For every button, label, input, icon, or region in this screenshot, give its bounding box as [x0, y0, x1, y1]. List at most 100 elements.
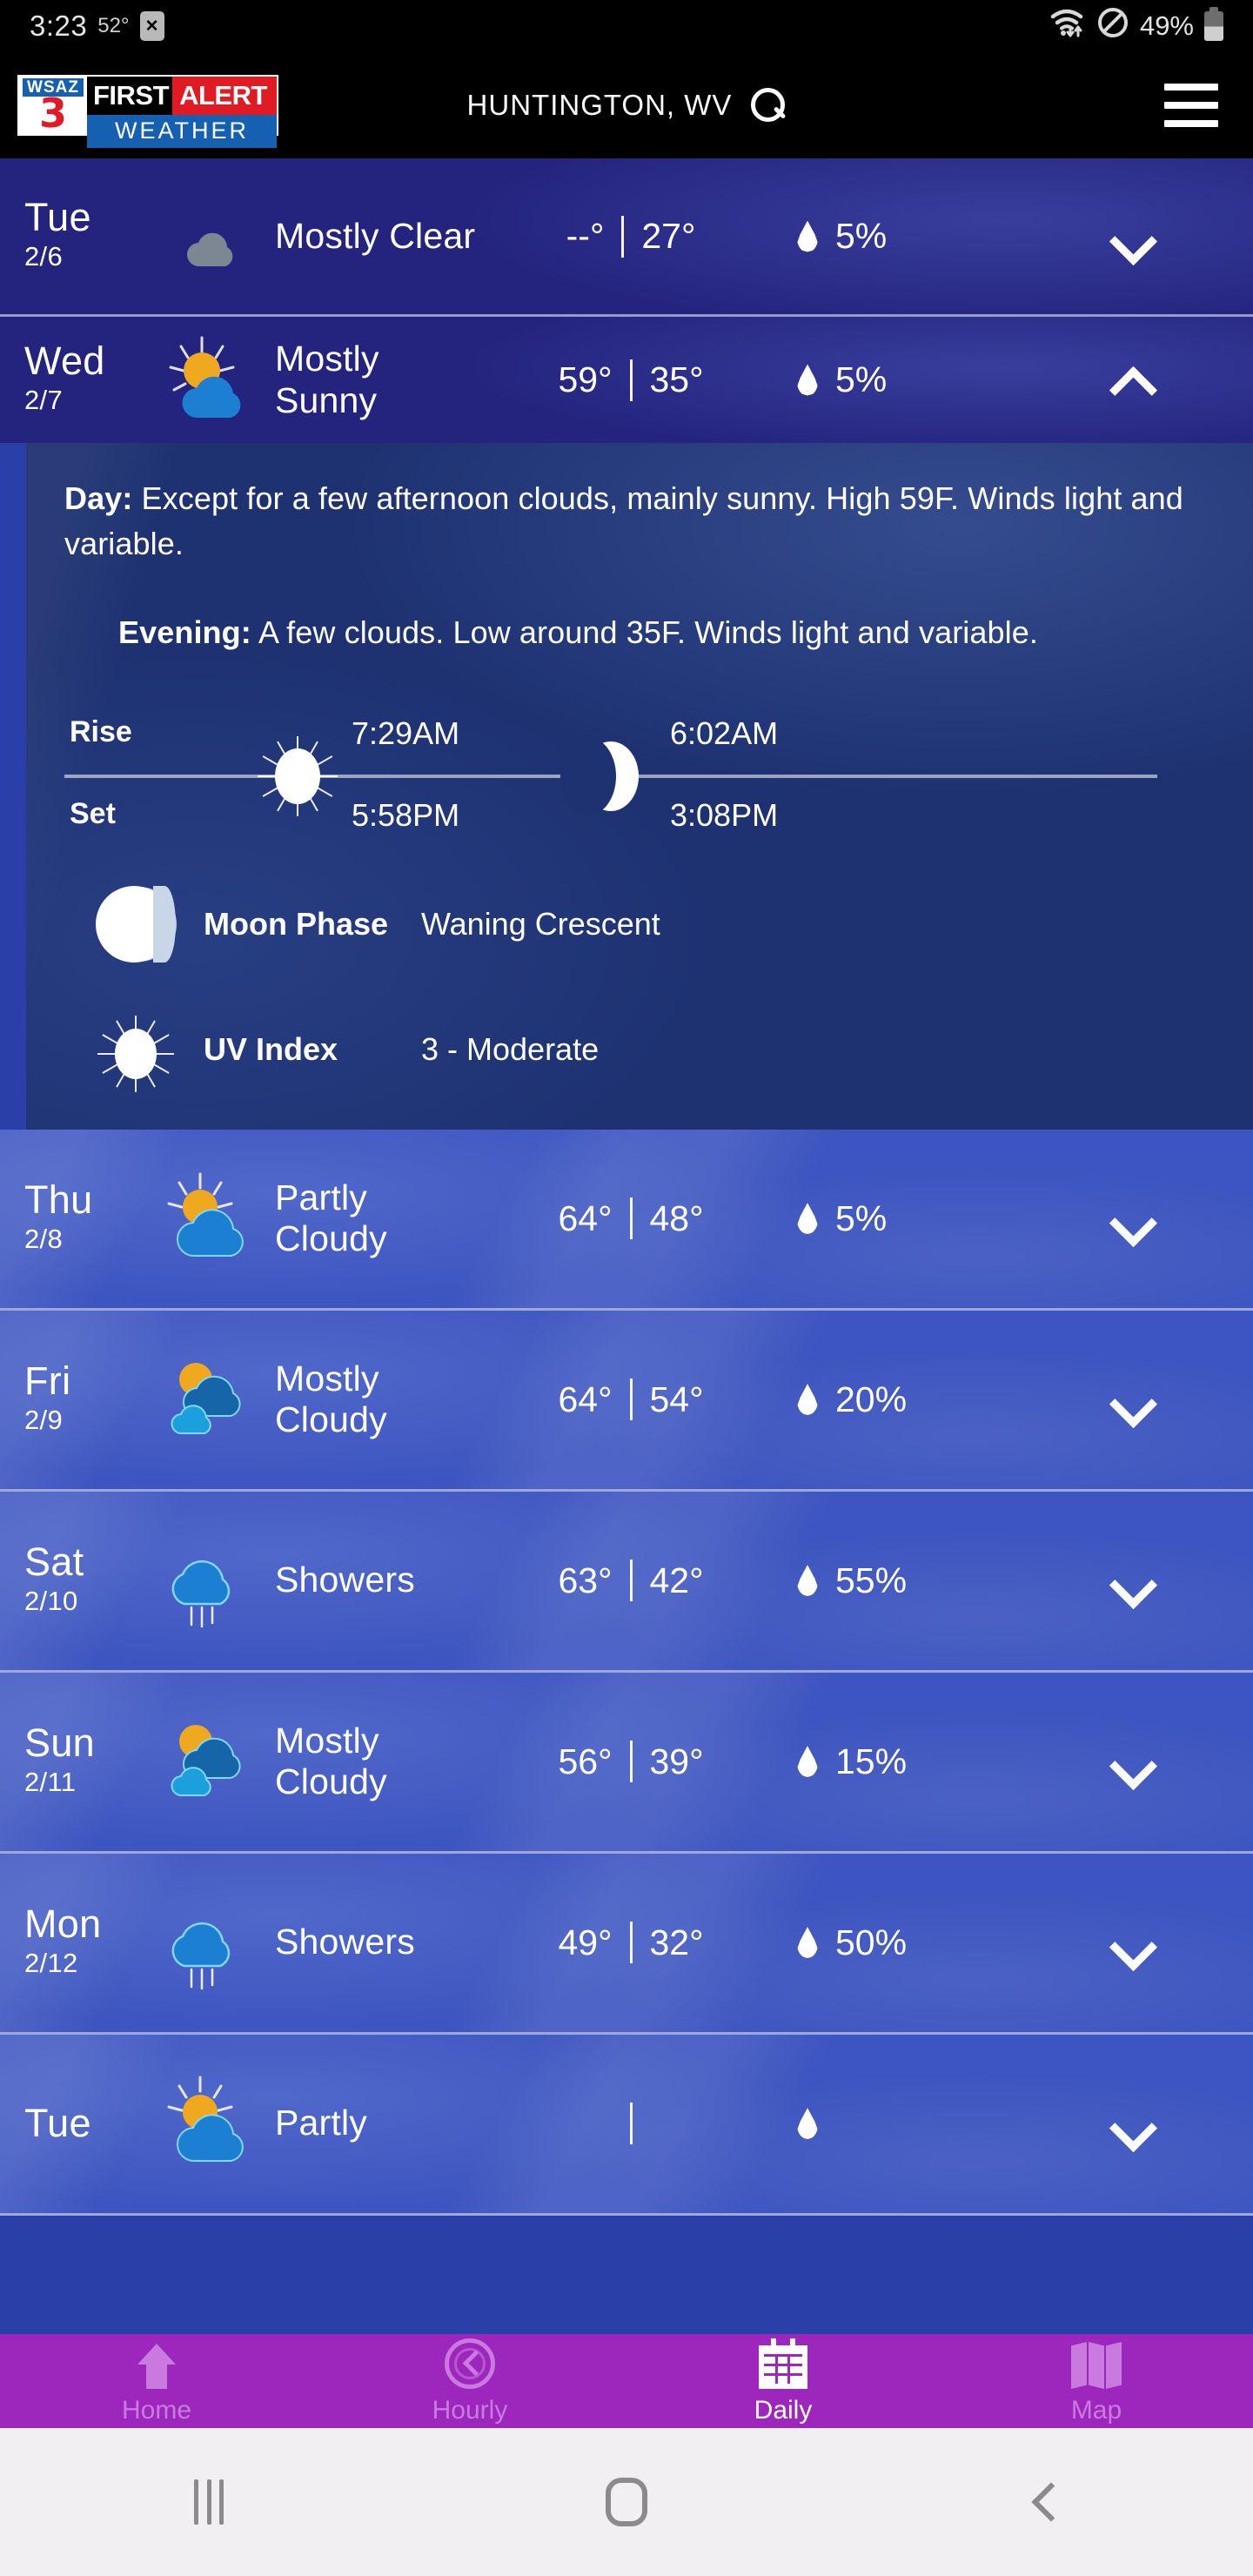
precipitation-cell: 15%	[774, 1741, 1009, 1782]
hamburger-menu-icon[interactable]	[1164, 84, 1218, 127]
day-date: 2/8	[24, 1223, 63, 1254]
chevron-down-icon[interactable]	[1112, 1380, 1150, 1419]
table-row[interactable]: Thu 2/8 Partly Cloudy 64° 48° 5%	[0, 1129, 1253, 1311]
water-drop-icon	[797, 2108, 818, 2140]
temp-separator	[629, 1922, 633, 1964]
clock-icon	[445, 2338, 495, 2389]
precip-percent: 15%	[835, 1741, 908, 1781]
precip-percent: 20%	[835, 1379, 908, 1419]
table-row[interactable]: Sun 2/11 Mostly Cloudy 56° 39° 15%	[0, 1672, 1253, 1854]
temperature-cell: 63° 42°	[487, 1560, 774, 1602]
recents-icon[interactable]	[0, 2479, 418, 2525]
rise-label: Rise	[70, 714, 132, 748]
wifi-icon	[1049, 8, 1086, 44]
chevron-down-icon[interactable]	[1112, 218, 1150, 256]
uv-index-label: UV Index	[204, 1030, 338, 1067]
low-temp: 42°	[649, 1560, 704, 1600]
precip-percent: 5%	[835, 1197, 888, 1238]
temp-separator	[629, 1560, 633, 1602]
chevron-down-icon[interactable]	[1112, 1561, 1150, 1600]
day-date: 2/11	[24, 1766, 77, 1797]
forecast-day-cell: Sun 2/11	[0, 1722, 148, 1801]
condition-text: Showers	[275, 1560, 415, 1600]
chevron-down-icon[interactable]	[1112, 1923, 1150, 1962]
expand-toggle[interactable]	[1009, 1199, 1253, 1238]
high-temp: 64°	[558, 1379, 613, 1419]
table-row[interactable]: Wed 2/7 Mostly Sunny 59° 35° 5%	[0, 317, 1253, 443]
water-drop-icon	[797, 364, 818, 396]
precipitation-cell: 5%	[774, 216, 1009, 257]
high-temp: 64°	[558, 1197, 613, 1238]
condition-text: Mostly Sunny	[275, 338, 379, 420]
expand-toggle[interactable]	[1009, 2104, 1253, 2143]
temperature-cell: 49° 32°	[487, 1922, 774, 1964]
calendar-icon	[759, 2338, 807, 2389]
moon-phase-row: Moon Phase Waning Crescent	[64, 885, 1215, 963]
logo-channel-block: WSAZ 3	[19, 77, 87, 134]
day-name: Mon	[24, 1901, 102, 1946]
tab-map[interactable]: Map	[940, 2338, 1253, 2424]
chevron-down-icon[interactable]	[1112, 1742, 1150, 1781]
day-date: 2/7	[24, 384, 63, 415]
expand-toggle[interactable]	[1009, 1923, 1253, 1962]
collapse-toggle[interactable]	[1009, 361, 1253, 399]
table-row[interactable]: Fri 2/9 Mostly Cloudy 64° 54° 20%	[0, 1310, 1253, 1492]
tab-daily[interactable]: Daily	[626, 2338, 940, 2424]
daily-forecast-list[interactable]: Tue 2/6 Mostly Clear --° 27° 5% Wed 2/7 …	[0, 158, 1253, 2576]
home-icon	[132, 2338, 181, 2389]
temperature-cell: 64° 54°	[487, 1379, 774, 1421]
home-pill-icon[interactable]	[418, 2478, 835, 2526]
expand-toggle[interactable]	[1009, 1742, 1253, 1781]
app-header: WSAZ 3 FIRST ALERT WEATHER HUNTINGTON, W…	[0, 52, 1253, 158]
current-location-label: HUNTINGTON, WV	[466, 89, 733, 121]
moonrise-time: 6:02AM	[670, 714, 779, 751]
forecast-day-cell: Mon 2/12	[0, 1901, 148, 1982]
forecast-day-cell: Thu 2/8	[0, 1179, 148, 1258]
condition-text: Mostly Clear	[275, 215, 476, 256]
condition-text: Partly Cloudy	[275, 1177, 387, 1259]
forecast-day-cell: Tue 2/6	[0, 197, 148, 275]
tab-hourly-label: Hourly	[432, 2396, 508, 2425]
evening-description: A few clouds. Low around 35F. Winds ligh…	[251, 614, 1038, 651]
table-row[interactable]: Sat 2/10 Showers 63° 42° 55%	[0, 1491, 1253, 1673]
table-row[interactable]: Tue Partly	[0, 2034, 1253, 2216]
high-temp: 59°	[558, 359, 613, 399]
water-drop-icon	[797, 1927, 818, 1959]
tab-hourly[interactable]: Hourly	[313, 2338, 626, 2424]
search-icon[interactable]	[751, 88, 786, 123]
moon-icon	[560, 733, 646, 820]
tab-home[interactable]: Home	[0, 2338, 313, 2424]
back-icon[interactable]	[835, 2484, 1253, 2520]
table-row[interactable]: Mon 2/12 Showers 49° 32° 50%	[0, 1853, 1253, 2035]
forecast-day-cell: Sat 2/10	[0, 1541, 148, 1620]
expand-toggle[interactable]	[1009, 218, 1253, 256]
day-name: Fri	[24, 1358, 71, 1403]
day-description: Except for a few afternoon clouds, mainl…	[64, 480, 1183, 562]
bottom-tab-bar[interactable]: Home Hourly Daily Map	[0, 2334, 1253, 2428]
day-label: Day:	[64, 480, 133, 516]
temp-separator	[629, 1197, 633, 1240]
day-date: 2/10	[24, 1585, 78, 1616]
temp-separator	[629, 359, 633, 401]
precipitation-cell: 20%	[774, 1379, 1009, 1420]
chevron-up-icon[interactable]	[1112, 361, 1150, 399]
table-row[interactable]: Tue 2/6 Mostly Clear --° 27° 5%	[0, 158, 1253, 317]
precip-percent: 5%	[835, 359, 888, 399]
water-drop-icon	[797, 1746, 818, 1778]
chevron-down-icon[interactable]	[1112, 1199, 1150, 1238]
low-temp: 54°	[649, 1379, 704, 1419]
android-navigation-bar[interactable]	[0, 2428, 1253, 2576]
day-forecast-text: Day: Except for a few afternoon clouds, …	[64, 476, 1215, 567]
temperature-cell: 59° 35°	[487, 359, 774, 401]
moon-phase-label: Moon Phase	[204, 905, 389, 942]
chevron-down-icon[interactable]	[1112, 2104, 1150, 2143]
precipitation-cell	[774, 2108, 1009, 2140]
day-name: Tue	[24, 2100, 91, 2145]
forecast-day-cell: Tue	[0, 2103, 148, 2144]
logo-alert-word: ALERT	[172, 77, 277, 115]
expand-toggle[interactable]	[1009, 1380, 1253, 1419]
map-icon	[1071, 2338, 1122, 2389]
rain-cloud-icon	[148, 1895, 270, 1990]
expand-toggle[interactable]	[1009, 1561, 1253, 1600]
water-drop-icon	[797, 1203, 818, 1235]
